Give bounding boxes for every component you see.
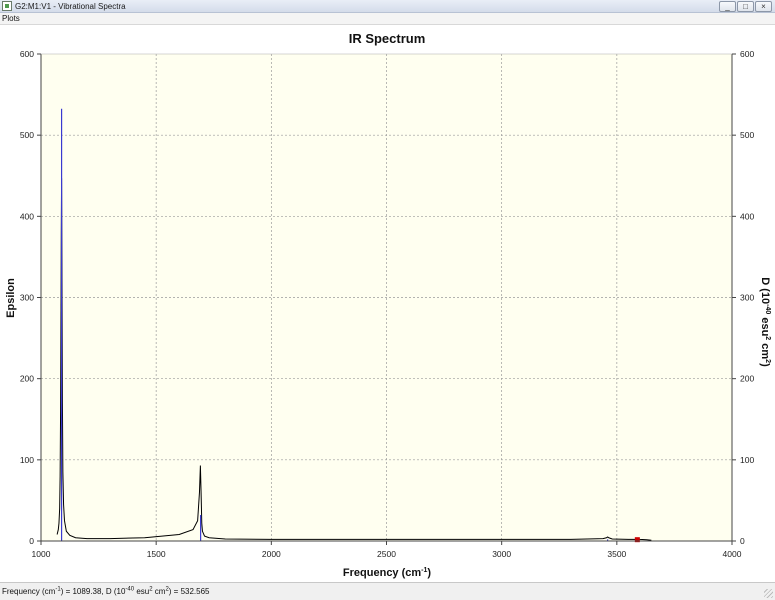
- y-tick-label: 600: [20, 49, 34, 59]
- maximize-button[interactable]: □: [737, 1, 754, 12]
- x-axis-label-base: Frequency (cm: [343, 567, 421, 579]
- y2-tick-label: 100: [740, 455, 754, 465]
- status-mid-1: ) = 1089.38, D (10: [60, 587, 126, 596]
- x-axis-label-close: ): [427, 567, 431, 579]
- window-title: G2:M1:V1 - Vibrational Spectra: [15, 2, 126, 11]
- ir-spectrum-chart[interactable]: 1000 1500 2000 2500 3000 3500 4000 01002003004…: [0, 26, 775, 581]
- y2-ticks: 0 100 200 300 400 500 600: [732, 49, 754, 546]
- close-button[interactable]: ×: [755, 1, 772, 12]
- window-title-bar: G2:M1:V1 - Vibrational Spectra _ □ ×: [0, 0, 775, 13]
- resize-grip[interactable]: [764, 589, 773, 598]
- y2-label-g: ): [759, 363, 771, 367]
- y-tick-label: 200: [20, 374, 34, 384]
- x-tick-label: 4000: [723, 549, 742, 559]
- x-axis-label: Frequency (cm-1): [343, 567, 431, 579]
- y-tick-label: 100: [20, 455, 34, 465]
- x-tick-label: 2000: [262, 549, 281, 559]
- y2-tick-label: 0: [740, 536, 745, 546]
- x-ticks: 1000 1500 2000 2500 3000 3500 4000: [32, 541, 742, 559]
- app-icon: [2, 1, 12, 11]
- y2-axis-label: D (10-40 esu2 cm2): [759, 277, 771, 367]
- x-tick-label: 3500: [607, 549, 626, 559]
- y-tick-label: 500: [20, 130, 34, 140]
- status-sup-2: -40: [125, 586, 135, 593]
- status-suffix: ) = 532.565: [168, 587, 210, 596]
- minimize-button[interactable]: _: [719, 1, 736, 12]
- y2-tick-label: 600: [740, 49, 754, 59]
- x-tick-label: 1500: [147, 549, 166, 559]
- x-tick-label: 3000: [492, 549, 511, 559]
- y2-label-a: D (10: [759, 277, 771, 304]
- status-bar: Frequency (cm-1) = 1089.38, D (10-40 esu…: [0, 582, 775, 600]
- y2-tick-label: 300: [740, 293, 754, 303]
- y2-tick-label: 400: [740, 211, 754, 221]
- y-tick-label: 0: [29, 536, 34, 546]
- y2-label-c: esu: [759, 314, 771, 336]
- x-tick-label: 2500: [377, 549, 396, 559]
- plot-area[interactable]: 1000 1500 2000 2500 3000 3500 4000 0 100 200 300 4…: [0, 26, 775, 581]
- y2-label-e: cm: [759, 340, 771, 359]
- y2-tick-label: 200: [740, 374, 754, 384]
- y-tick-label: 300: [20, 293, 34, 303]
- chart-title: IR Spectrum: [349, 31, 426, 46]
- status-readout: Frequency (cm-1) = 1089.38, D (10-40 esu…: [2, 586, 210, 598]
- menu-bar: Plots: [0, 13, 775, 25]
- y-ticks: 0 100 200 300 400 500 600: [20, 49, 41, 546]
- y-tick-label: 400: [20, 211, 34, 221]
- status-mid-3: cm: [152, 587, 166, 596]
- status-prefix: Frequency (cm: [2, 587, 56, 596]
- menu-plots[interactable]: Plots: [2, 13, 20, 25]
- y2-label-b: -40: [764, 304, 771, 314]
- y-axis-label: Epsilon: [5, 278, 17, 318]
- x-tick-label: 1000: [32, 549, 51, 559]
- y2-tick-label: 500: [740, 130, 754, 140]
- status-mid-2: esu: [134, 587, 150, 596]
